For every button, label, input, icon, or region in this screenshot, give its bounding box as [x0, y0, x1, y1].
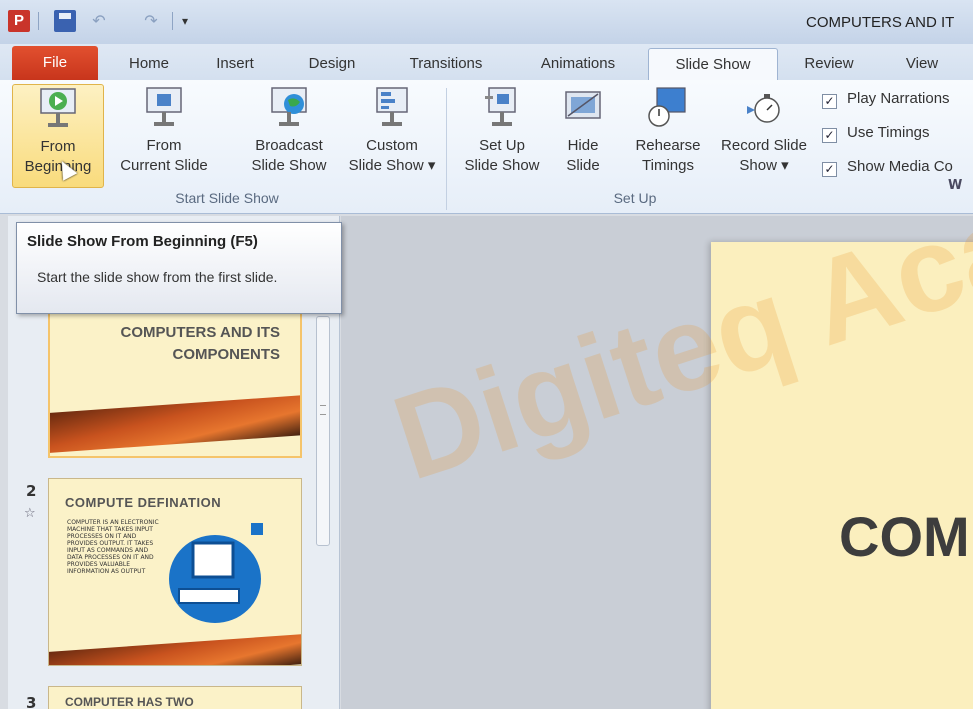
from-current-slide-button[interactable]: From Current Slide	[110, 84, 218, 188]
use-timings-label: Use Timings	[847, 124, 930, 141]
broadcast-label-2: Slide Show	[251, 157, 327, 174]
slide-number: 2	[26, 482, 37, 500]
tab-slide-show[interactable]: Slide Show	[648, 48, 778, 81]
scrollbar-grip-icon	[320, 405, 326, 415]
tab-insert[interactable]: Insert	[200, 48, 270, 80]
thumbnail-scrollbar[interactable]	[316, 316, 330, 546]
ribbon-tabs: File Home Insert Design Transitions Anim…	[0, 44, 973, 81]
quick-access-separator	[172, 12, 173, 30]
projector-play-icon	[40, 88, 76, 127]
tab-transitions[interactable]: Transitions	[392, 48, 500, 80]
tooltip-body: Start the slide show from the first slid…	[37, 269, 278, 285]
slide-thumbnail-1[interactable]: COMPUTERS AND ITS COMPONENTS	[48, 306, 302, 458]
custom-label-2: Slide Show ▾	[348, 157, 436, 174]
checkbox-checked-icon: ✓	[822, 94, 837, 109]
start-slide-show-group-label: Start Slide Show	[175, 190, 279, 206]
broadcast-slide-show-button[interactable]: Broadcast Slide Show	[236, 84, 342, 188]
slide-3-title: COMPUTER HAS TWO	[65, 695, 194, 709]
watermark-fragment: W	[948, 178, 963, 193]
slide-1-title: COMPUTERS AND ITS COMPONENTS	[120, 324, 280, 363]
slide-decoration	[50, 395, 300, 453]
tab-view[interactable]: View	[890, 48, 954, 80]
slide-title[interactable]: COM	[839, 504, 970, 569]
customize-quick-access-icon[interactable]: ▾	[178, 10, 192, 32]
animation-star-icon: ☆	[24, 506, 36, 521]
rehearse-timer-icon	[648, 87, 686, 127]
checkbox-checked-icon: ✓	[822, 128, 837, 143]
from-current-label-1: From	[146, 137, 182, 154]
setup-label-2: Slide Show	[464, 157, 540, 174]
tooltip: Slide Show From Beginning (F5) Start the…	[16, 222, 342, 314]
tab-design[interactable]: Design	[292, 48, 372, 80]
setup-show-icon	[485, 87, 516, 126]
projector-icon	[146, 87, 182, 126]
play-narrations-label: Play Narrations	[847, 90, 950, 107]
slide-2-bullets: COMPUTER IS AN ELECTRONIC MACHINE THAT T…	[67, 519, 159, 575]
custom-show-icon	[376, 87, 408, 126]
current-slide-canvas[interactable]: COM	[711, 242, 973, 709]
tab-home[interactable]: Home	[114, 48, 184, 80]
play-narrations-checkbox[interactable]: ✓ Play Narrations	[822, 90, 950, 112]
redo-icon[interactable]: ↷	[140, 10, 162, 32]
hide-label-1: Hide	[567, 137, 599, 154]
set-up-group-label: Set Up	[613, 190, 657, 206]
broadcast-label-1: Broadcast	[255, 137, 323, 154]
window-title: COMPUTERS AND IT	[806, 14, 955, 31]
record-label-2: Show ▾	[739, 157, 789, 174]
show-media-label: Show Media Co	[847, 158, 953, 175]
hide-slide-icon	[565, 91, 601, 119]
custom-label-1: Custom	[366, 137, 418, 154]
slide-editor: COM	[341, 216, 973, 709]
tooltip-title: Slide Show From Beginning (F5)	[27, 233, 258, 250]
custom-slide-show-button[interactable]: Custom Slide Show ▾	[342, 84, 442, 188]
hide-label-2: Slide	[566, 157, 600, 174]
checkbox-checked-icon: ✓	[822, 162, 837, 177]
ribbon: From Beginning From Current Slide Broadc…	[0, 80, 973, 214]
slide-2-title: COMPUTE DEFINATION	[65, 495, 222, 510]
group-separator	[446, 88, 447, 210]
hide-slide-button[interactable]: Hide Slide	[552, 84, 614, 188]
record-label-1: Record Slide	[721, 137, 807, 154]
quick-access-separator	[38, 12, 39, 30]
undo-icon[interactable]: ↶	[88, 10, 110, 32]
tab-file[interactable]: File	[12, 46, 98, 80]
set-up-slide-show-button[interactable]: Set Up Slide Show	[454, 84, 550, 188]
from-current-label-2: Current Slide	[120, 157, 208, 174]
rehearse-label-1: Rehearse	[635, 137, 701, 154]
tab-animations[interactable]: Animations	[522, 48, 634, 80]
setup-label-1: Set Up	[479, 137, 525, 154]
slide-number: 3	[26, 694, 37, 709]
record-slide-show-button[interactable]: Record Slide Show ▾	[712, 84, 816, 188]
powerpoint-app-icon[interactable]: P	[8, 10, 30, 32]
computer-illustration-icon	[169, 523, 263, 623]
from-beginning-label-1: From	[40, 138, 76, 155]
slide-thumbnail-3[interactable]: COMPUTER HAS TWO	[48, 686, 302, 709]
slide-thumbnail-2[interactable]: COMPUTE DEFINATION COMPUTER IS AN ELECTR…	[48, 478, 302, 666]
broadcast-globe-icon	[271, 87, 307, 126]
slide-decoration	[49, 634, 301, 665]
title-bar: P ↶ ↷ ▾ COMPUTERS AND IT	[0, 0, 973, 44]
use-timings-checkbox[interactable]: ✓ Use Timings	[822, 124, 930, 146]
stopwatch-icon	[747, 94, 780, 123]
rehearse-label-2: Timings	[642, 157, 694, 174]
rehearse-timings-button[interactable]: Rehearse Timings	[628, 84, 708, 188]
save-icon[interactable]	[54, 10, 76, 32]
show-media-controls-checkbox[interactable]: ✓ Show Media Co	[822, 158, 953, 180]
tab-review[interactable]: Review	[790, 48, 868, 80]
